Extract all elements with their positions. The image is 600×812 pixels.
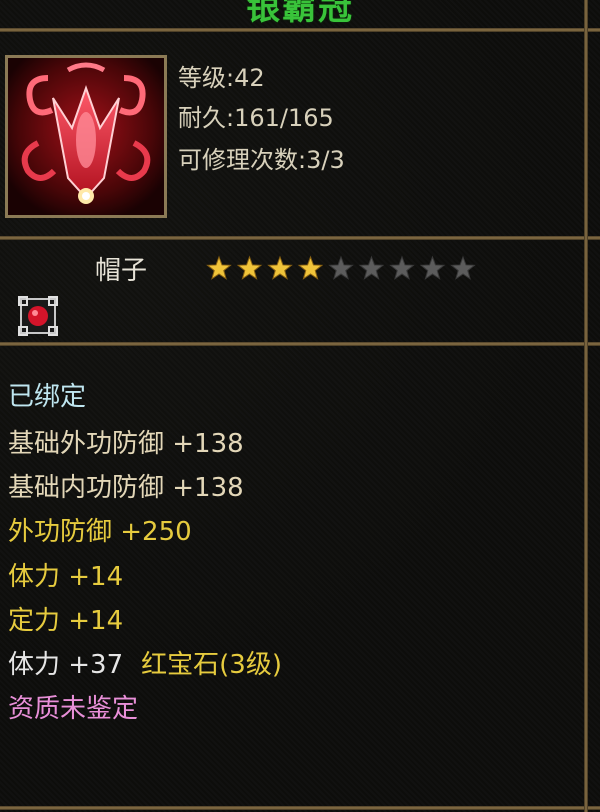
focus-bonus: 定力 +14 (8, 606, 124, 636)
item-name: 银霸冠 (246, 0, 354, 28)
frame-border-right (584, 0, 588, 812)
empty-star-icon (328, 255, 354, 280)
item-level: 等级:42 (178, 64, 265, 92)
stamina-bonus: 体力 +14 (8, 562, 124, 592)
filled-star-icon (267, 255, 293, 280)
filled-star-icon (206, 255, 232, 280)
empty-star-icon (450, 255, 476, 280)
empty-star-icon (419, 255, 446, 280)
item-durability: 耐久:161/165 (178, 104, 334, 132)
base-outer-defense: 基础外功防御 +138 (8, 429, 244, 459)
item-repair-count: 可修理次数:3/3 (178, 146, 345, 174)
filled-star-icon (297, 255, 324, 280)
quality-status: 资质未鉴定 (8, 694, 139, 724)
gem-bonus: 体力 +37 红宝石(3级) (8, 644, 282, 681)
title-area: 银霸冠 (0, 0, 600, 28)
star-rating (206, 255, 476, 280)
base-inner-defense: 基础内功防御 +138 (8, 473, 244, 503)
gem-stamina-bonus: 体力 +37 (8, 650, 124, 680)
item-type: 帽子 (95, 256, 148, 286)
frame-divider (0, 806, 600, 810)
empty-star-icon (358, 255, 385, 280)
item-tooltip-panel: 银霸冠 等级:42 耐久:161/165 可修理次数:3/3 帽子 已绑定 基础… (0, 0, 600, 812)
red-crown-helmet-icon (5, 55, 167, 218)
frame-divider (0, 236, 600, 240)
red-gem-socket-icon (18, 296, 58, 336)
bound-status: 已绑定 (8, 382, 87, 412)
gem-name: 红宝石(3级) (141, 650, 282, 680)
filled-star-icon (236, 255, 263, 280)
frame-divider (0, 342, 600, 346)
outer-defense-bonus: 外功防御 +250 (8, 517, 192, 547)
frame-divider (0, 28, 600, 32)
empty-star-icon (389, 255, 415, 280)
